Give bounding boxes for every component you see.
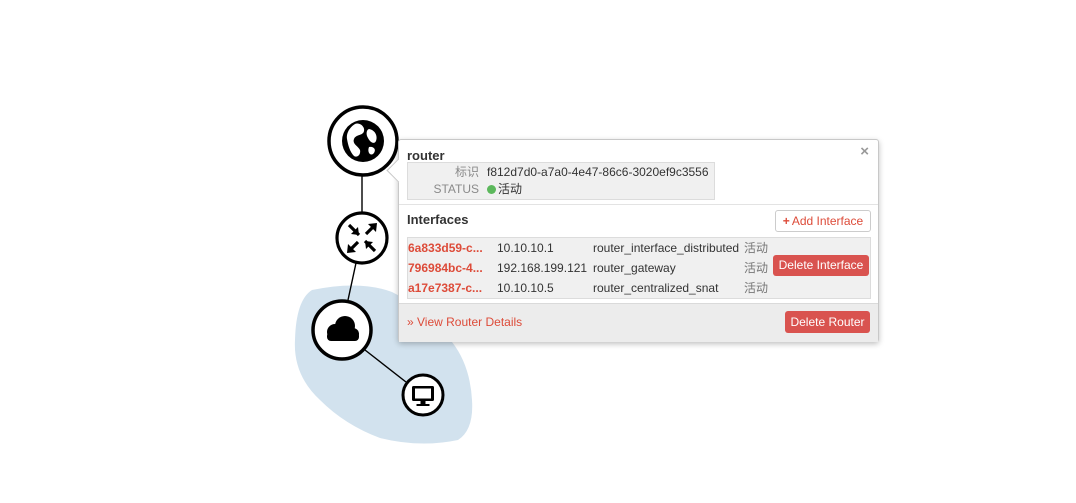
router-details-popup: × router 标识 f812d7d0-a7a0-4e47-86c6-3020…	[386, 139, 879, 342]
instance-node[interactable]	[401, 373, 445, 417]
plus-icon: +	[782, 214, 790, 228]
table-row: a17e7387-c... 10.10.10.5 router_centrali…	[408, 278, 870, 298]
status-value-wrap: 活动	[487, 181, 522, 197]
divider	[399, 204, 878, 205]
interface-id-link[interactable]: a17e7387-c...	[408, 278, 482, 298]
interface-id-link[interactable]: 6a833d59-c...	[408, 238, 483, 258]
interfaces-heading: Interfaces	[407, 212, 469, 227]
id-label: 标识	[454, 165, 479, 179]
status-label: STATUS	[433, 182, 479, 196]
id-value: f812d7d0-a7a0-4e47-86c6-3020ef9c3556	[487, 165, 709, 179]
router-info-box: 标识 f812d7d0-a7a0-4e47-86c6-3020ef9c3556 …	[407, 162, 715, 200]
interface-name: router_gateway	[593, 261, 676, 275]
status-value: 活动	[498, 182, 523, 196]
view-router-details-link[interactable]: » View Router Details	[407, 315, 522, 329]
globe-icon	[342, 120, 384, 162]
interface-id-link[interactable]: 796984bc-4...	[408, 258, 483, 278]
network-node[interactable]	[311, 299, 373, 361]
interface-ip: 192.168.199.121	[497, 261, 588, 275]
status-dot-icon	[487, 185, 496, 194]
interface-ip: 10.10.10.5	[497, 281, 554, 295]
interface-status: 活动	[744, 281, 769, 295]
add-interface-label: Add Interface	[791, 214, 864, 228]
interface-name: router_centralized_snat	[593, 281, 719, 295]
popup-title: router	[407, 148, 445, 163]
add-interface-button[interactable]: + Add Interface	[775, 210, 871, 232]
interface-ip: 10.10.10.1	[497, 241, 554, 255]
interface-status: 活动	[744, 261, 769, 275]
external-network-node[interactable]	[327, 105, 399, 177]
interface-name: router_interface_distributed	[593, 241, 740, 255]
router-node[interactable]	[335, 211, 389, 265]
close-icon[interactable]: ×	[860, 143, 869, 160]
delete-interface-button[interactable]: Delete Interface	[773, 255, 869, 276]
interface-status: 活动	[744, 241, 769, 255]
delete-router-button[interactable]: Delete Router	[785, 311, 870, 333]
